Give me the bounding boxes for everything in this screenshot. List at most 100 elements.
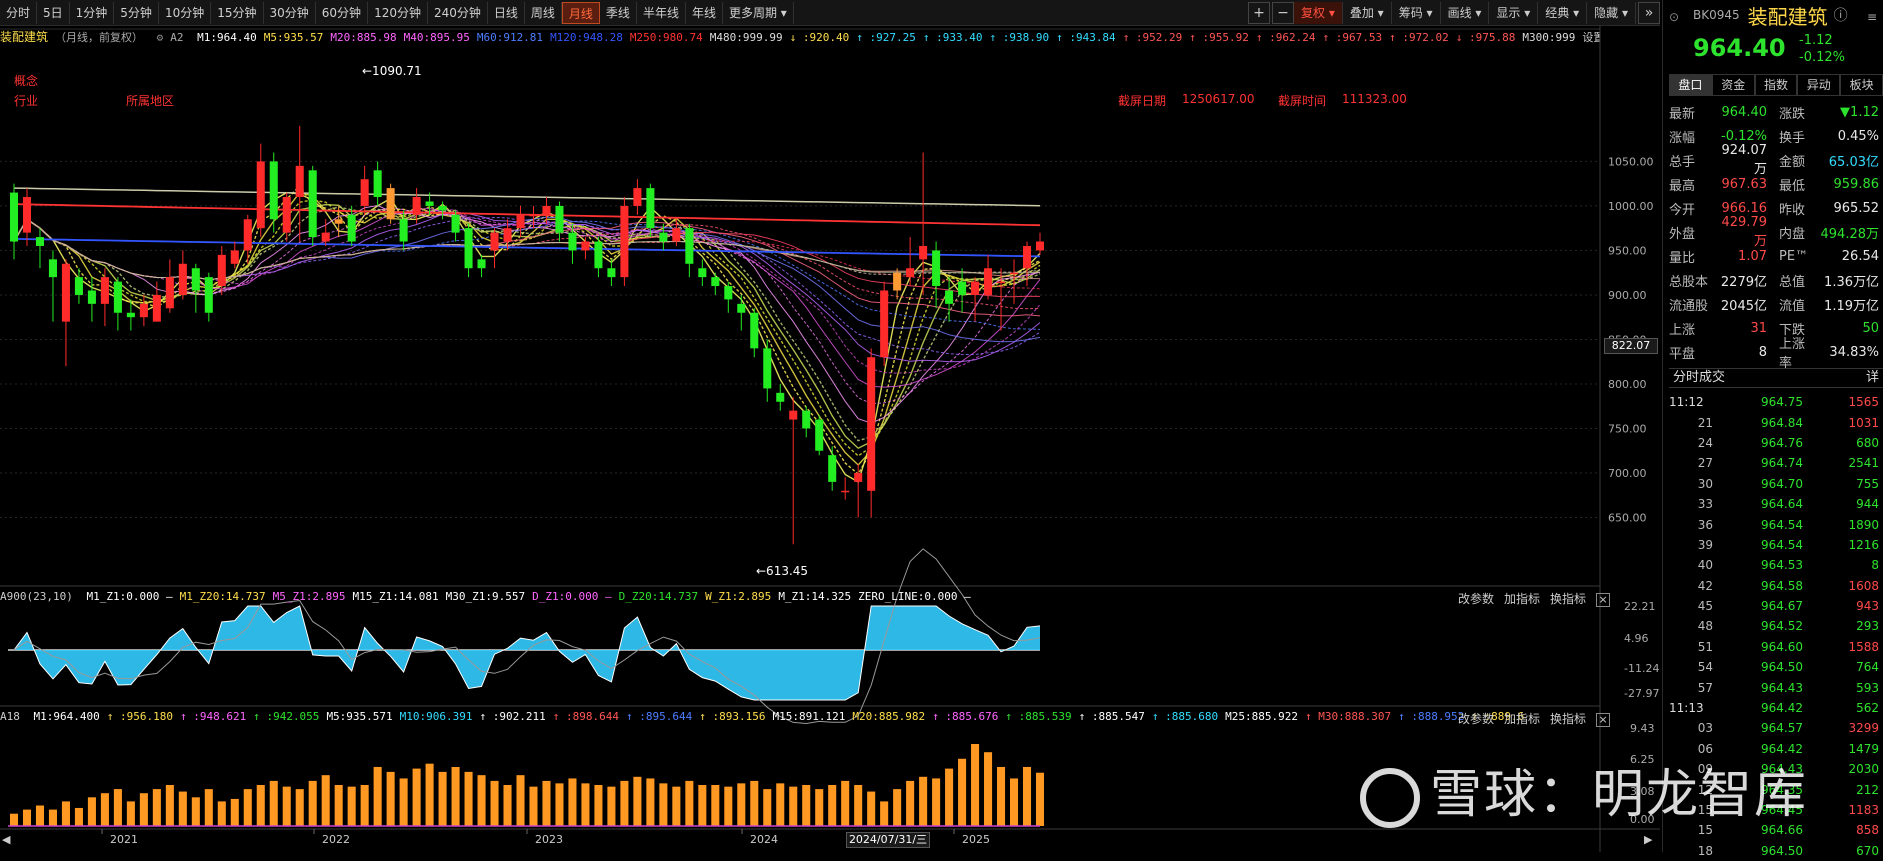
tick-row: 21 964.84 1031	[1669, 412, 1883, 432]
volume-bar	[48, 809, 57, 826]
candle-body	[282, 197, 291, 233]
indicator-legend-item: ↑ :902.211	[479, 710, 546, 723]
quote-value: 965.52	[1833, 200, 1880, 216]
volume-bar	[893, 789, 902, 826]
tick-volume: 1608	[1848, 578, 1879, 593]
tick-row: 24 964.76 680	[1669, 433, 1883, 453]
candle-body	[581, 241, 590, 251]
candle-body	[399, 219, 408, 242]
sub2-y-tick: 9.43	[1630, 722, 1655, 735]
indicator-legend-item: M25:885.922	[1225, 710, 1298, 723]
tick-volume: 1890	[1848, 517, 1879, 532]
candle-body	[516, 214, 525, 229]
quote-label: 换手	[1779, 130, 1806, 146]
volume-bar	[932, 778, 941, 826]
indicator-control-1[interactable]: 加指标	[1504, 712, 1540, 726]
volume-bar	[776, 783, 785, 826]
candle-body	[594, 241, 603, 269]
quote-tab-2[interactable]: 指数	[1754, 74, 1798, 95]
indicator-control-0[interactable]: 改参数	[1458, 712, 1494, 726]
menu-icon[interactable]: ≡	[1867, 10, 1877, 24]
tick-volume: 1565	[1848, 395, 1879, 410]
quote-label: 昨收	[1779, 202, 1806, 218]
indicator-a18-controls: 改参数 加指标 换指标 ×	[1448, 710, 1611, 727]
info-icon[interactable]: ⓘ	[1834, 5, 1848, 25]
quote-tab-0[interactable]: 盘口	[1669, 74, 1712, 95]
indicator-legend-item: ↑ :885.547	[1078, 710, 1145, 723]
volume-bar	[139, 793, 148, 826]
indicator-control-2[interactable]: 换指标	[1550, 712, 1586, 726]
tick-time: 30	[1697, 476, 1713, 491]
candle-body	[178, 263, 187, 295]
indicator-legend-item: M_Z1:14.325	[778, 590, 852, 603]
tick-time: 51	[1697, 639, 1713, 654]
ticks-detail-button[interactable]: 详	[1866, 369, 1879, 387]
candle-body	[74, 277, 83, 295]
volume-bar	[971, 744, 980, 826]
tick-price: 964.60	[1761, 639, 1803, 654]
quote-tab-1[interactable]: 资金	[1711, 74, 1755, 95]
quote-label: 最高	[1669, 178, 1696, 194]
quote-label: 最低	[1779, 178, 1806, 194]
tick-row: 30 964.70 755	[1669, 474, 1883, 494]
tick-volume: 1183	[1848, 803, 1879, 817]
quote-row: 总股本 2279亿 总值 1.36万亿	[1669, 268, 1883, 292]
quote-tab-4[interactable]: 板块	[1840, 74, 1883, 95]
tick-time: 18	[1697, 843, 1713, 858]
tick-row: 11:13 964.42 562	[1669, 698, 1883, 718]
candle-body	[633, 188, 642, 206]
volume-bar	[295, 789, 304, 826]
tick-volume: 1031	[1848, 415, 1879, 430]
quote-header: BK0945 装配建筑 ⓘ	[1663, 0, 1883, 30]
screen-date-label: 截屏日期	[1118, 94, 1167, 108]
collapse-icon[interactable]: ⊙	[1669, 10, 1679, 24]
candle-body	[9, 192, 19, 242]
close-icon[interactable]: ×	[1596, 713, 1611, 727]
volume-bar	[35, 805, 45, 826]
candle-body	[737, 303, 746, 313]
y-tick-label: 1050.00	[1608, 155, 1654, 168]
tick-time: 03	[1697, 721, 1713, 736]
candle-body	[776, 392, 785, 402]
quote-label: 最新	[1669, 106, 1696, 122]
volume-bar	[594, 785, 603, 826]
tick-volume: 764	[1856, 660, 1879, 675]
tick-volume: 1216	[1848, 537, 1879, 552]
volume-bar	[1035, 772, 1045, 826]
quote-value: 34.83%	[1829, 344, 1879, 360]
volume-bar	[230, 798, 239, 826]
quote-tab-3[interactable]: 异动	[1797, 74, 1841, 95]
candle-body	[113, 281, 122, 313]
volume-bar	[945, 768, 954, 826]
quote-value: 1.36万亿	[1824, 274, 1879, 290]
tick-price: 964.70	[1761, 476, 1803, 491]
tick-price: 964.57	[1761, 721, 1803, 736]
candle-body	[139, 303, 148, 318]
quote-value: 429.79万	[1721, 215, 1768, 249]
close-icon[interactable]: ×	[1596, 593, 1611, 607]
candle-body	[854, 472, 863, 482]
indicator-control-1[interactable]: 加指标	[1504, 592, 1540, 606]
candle-body	[984, 268, 993, 295]
tick-row: 54 964.50 764	[1669, 657, 1883, 677]
sector-name: 装配建筑	[1747, 4, 1828, 29]
x-axis-label: 2025	[962, 833, 990, 846]
volume-bar	[100, 793, 109, 826]
ticks-header: 分时成交 详	[1669, 368, 1883, 388]
volume-bar	[698, 785, 707, 826]
kline-chart[interactable]: 1050.001000.00950.00900.00850.00800.0075…	[0, 0, 1660, 852]
tick-time: 27	[1697, 456, 1713, 471]
y-tick-label: 1000.00	[1608, 200, 1654, 213]
quote-value: 924.07万	[1721, 143, 1768, 177]
tick-price: 964.74	[1761, 456, 1803, 471]
indicator-control-2[interactable]: 换指标	[1550, 592, 1586, 606]
candle-body	[958, 281, 967, 295]
volume-bar	[581, 783, 590, 826]
indicator-control-0[interactable]: 改参数	[1458, 592, 1494, 606]
tick-time: 45	[1697, 599, 1713, 614]
volume-bar	[126, 801, 135, 826]
tick-volume: 755	[1856, 476, 1879, 491]
quote-row: 量比 1.07 PE™ 26.54	[1669, 244, 1883, 268]
indicator-legend-item: ↑ M30:888.307	[1304, 710, 1392, 723]
quote-row: 平盘 8 上涨率 34.83%	[1669, 337, 1883, 371]
